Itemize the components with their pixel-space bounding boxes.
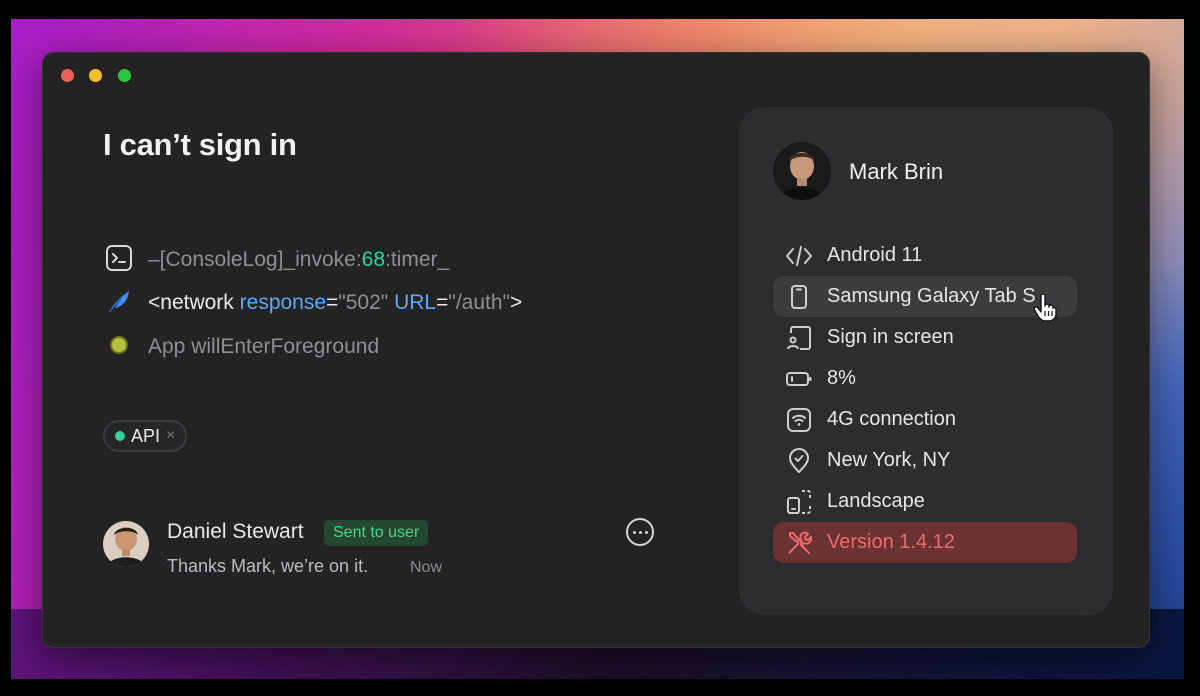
hand-cursor-icon — [1033, 293, 1057, 327]
log-line-app: App willEnterForeground — [105, 332, 379, 362]
dot — [638, 530, 642, 534]
log-line-network: <network response="502" URL="/auth"> — [105, 288, 522, 318]
comment-timestamp: Now — [410, 559, 443, 576]
meta-label: 8% — [827, 367, 856, 389]
maximize-window-button[interactable] — [118, 69, 131, 82]
meta-connection[interactable]: 4G connection — [773, 399, 1077, 440]
screen-icon — [785, 324, 813, 352]
meta-os[interactable]: Android 11 — [773, 235, 1077, 276]
tag-label: API — [131, 425, 161, 446]
tools-icon — [785, 529, 813, 557]
log-text: <network response="502" URL="/auth"> — [148, 291, 523, 314]
app-window: I can’t sign in –[ConsoleLog]_invoke:68:… — [42, 52, 1150, 648]
comment-author: Daniel Stewart — [167, 520, 304, 543]
dot — [632, 530, 636, 534]
minimize-window-button[interactable] — [89, 69, 102, 82]
api-tag[interactable]: API × — [103, 420, 188, 452]
user-avatar — [773, 142, 831, 200]
user-name: Mark Brin — [849, 159, 944, 184]
user-details-panel: Mark Brin Android 11 Samsung Galaxy Tab … — [739, 107, 1113, 615]
log-line-console: –[ConsoleLog]_invoke:68:timer_ — [105, 244, 450, 277]
tag-remove-icon[interactable]: × — [166, 427, 175, 445]
status-dot-icon — [105, 331, 133, 364]
terminal-icon — [105, 244, 133, 277]
avatar — [103, 521, 149, 567]
more-options-button[interactable] — [626, 518, 654, 546]
status-badge: Sent to user — [324, 520, 429, 546]
phone-icon — [785, 283, 813, 311]
code-icon — [785, 242, 813, 270]
close-window-button[interactable] — [61, 69, 74, 82]
battery-icon — [785, 365, 813, 393]
meta-label: Sign in screen — [827, 326, 954, 348]
meta-label: New York, NY — [827, 449, 951, 471]
comment-text: Thanks Mark, we’re on it. — [167, 556, 369, 576]
location-icon — [785, 447, 813, 475]
meta-device[interactable]: Samsung Galaxy Tab S — [773, 276, 1077, 317]
issue-title: I can’t sign in — [103, 127, 297, 162]
meta-label: Samsung Galaxy Tab S — [827, 285, 1036, 307]
log-text: –[ConsoleLog]_invoke:68:timer_ — [148, 248, 450, 271]
meta-label: Landscape — [827, 490, 925, 512]
wifi-icon — [785, 406, 813, 434]
dot — [644, 530, 648, 534]
log-text: App willEnterForeground — [148, 335, 380, 358]
meta-battery[interactable]: 8% — [773, 358, 1077, 399]
meta-label: Android 11 — [827, 244, 923, 266]
meta-label: Version 1.4.12 — [827, 531, 955, 553]
meta-label: 4G connection — [827, 408, 956, 430]
meta-version[interactable]: Version 1.4.12 — [773, 522, 1077, 563]
meta-orientation[interactable]: Landscape — [773, 481, 1077, 522]
feather-icon — [105, 287, 133, 320]
meta-location[interactable]: New York, NY — [773, 440, 1077, 481]
tag-status-dot — [115, 431, 125, 441]
meta-screen[interactable]: Sign in screen — [773, 317, 1077, 358]
rotate-icon — [785, 488, 813, 516]
